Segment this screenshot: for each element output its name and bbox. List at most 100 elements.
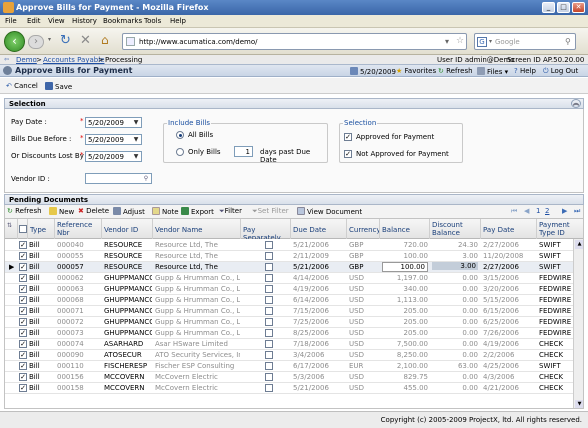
row-select-checkbox[interactable]: ✓ [19, 263, 27, 271]
grid-export-button[interactable]: Export [181, 207, 214, 216]
col-vendor-name[interactable]: Vendor Name [153, 219, 241, 239]
discounts-lost-field[interactable]: 5/20/2009 ▼ [85, 151, 142, 162]
row-select-checkbox[interactable]: ✓ [19, 340, 27, 348]
menu-file[interactable]: File [5, 17, 17, 25]
pay-separately-checkbox[interactable] [265, 252, 273, 260]
search-placeholder[interactable]: Google [495, 38, 520, 46]
help-button[interactable]: ? Help [514, 67, 536, 75]
search-icon[interactable]: ⚲ [141, 174, 151, 183]
row-select-checkbox[interactable]: ✓ [19, 241, 27, 249]
prev-page-icon[interactable]: ◀ [524, 207, 529, 215]
menu-history[interactable]: History [72, 17, 97, 25]
grid-adjust-button[interactable]: Adjust [113, 207, 145, 216]
approved-checkbox[interactable]: ✓ [344, 133, 352, 141]
logout-button[interactable]: ⏻ Log Out [543, 67, 578, 76]
maximize-button[interactable]: □ [557, 2, 570, 13]
next-page-icon[interactable]: ▶ [562, 207, 567, 215]
not-approved-checkbox[interactable]: ✓ [344, 150, 352, 158]
close-button[interactable]: ✕ [572, 2, 585, 13]
row-select-checkbox[interactable]: ✓ [19, 274, 27, 282]
save-button[interactable]: Save [45, 82, 72, 91]
days-past-due-field[interactable]: 1 [234, 146, 253, 157]
menu-view[interactable]: View [48, 17, 65, 25]
menu-tools[interactable]: Tools [144, 17, 161, 25]
all-bills-radio[interactable] [176, 131, 184, 139]
grid-delete-button[interactable]: ✖ Delete [78, 207, 109, 215]
collapse-icon[interactable]: ︽ [571, 99, 581, 108]
page-1-link[interactable]: 1 [536, 207, 540, 215]
back-icon[interactable]: ‹ [4, 31, 25, 52]
scroll-down-icon[interactable]: ▼ [575, 400, 583, 408]
pay-separately-checkbox[interactable] [265, 351, 273, 359]
pay-separately-checkbox[interactable] [265, 384, 273, 392]
row-select-checkbox[interactable]: ✓ [19, 373, 27, 381]
table-row[interactable]: ▶ ✓ Bill 000057 RESOURCE Resource Ltd, The 5/2… [5, 262, 583, 273]
scroll-up-icon[interactable]: ▲ [575, 240, 583, 249]
row-select-checkbox[interactable]: ✓ [19, 351, 27, 359]
first-page-icon[interactable]: ⏮ [511, 207, 517, 216]
table-row[interactable]: ✓ Bill 000068 GHUPPMANCO Gupp & Hrumman Co.,… [5, 295, 583, 306]
vertical-scrollbar[interactable]: ▲ ▼ [573, 239, 583, 408]
pay-separately-checkbox[interactable] [265, 373, 273, 381]
pay-separately-checkbox[interactable] [265, 362, 273, 370]
col-currency[interactable]: Currency [347, 219, 380, 239]
menu-edit[interactable]: Edit [27, 17, 41, 25]
grid-set-filter-button[interactable]: ⏷Set Filter [252, 207, 289, 216]
table-row[interactable]: ✓ Bill 000074 ASARHARD Asar HSware Limited 7/… [5, 339, 583, 350]
menu-bookmarks[interactable]: Bookmarks [103, 17, 142, 25]
grid-filter-button[interactable]: ⏷Filter [219, 207, 242, 216]
vendor-id-field[interactable]: ⚲ [85, 173, 152, 184]
row-select-checkbox[interactable]: ✓ [19, 329, 27, 337]
table-row[interactable]: ✓ Bill 000063 GHUPPMANCO Gupp & Hrumman Co.,… [5, 284, 583, 295]
table-row[interactable]: ✓ Bill 000110 FISCHERESP Fischer ESP Consult… [5, 361, 583, 372]
table-row[interactable]: ✓ Bill 000156 MCCOVERN McCovern Electric 5/3/… [5, 372, 583, 383]
favorites-button[interactable]: ★ Favorites [396, 67, 436, 75]
menu-help[interactable]: Help [170, 17, 186, 25]
due-before-field[interactable]: 5/20/2009 ▼ [85, 134, 142, 145]
search-box[interactable]: G ▾ Google ⚲ [474, 33, 576, 50]
table-row[interactable]: ✓ Bill 000040 RESOURCE Resource Ltd, The 5/21… [5, 240, 583, 251]
pay-separately-checkbox[interactable] [265, 241, 273, 249]
url-bar[interactable]: http://www.acumatica.com/demo/ ▾ ☆ [122, 33, 467, 50]
col-pay-date[interactable]: Pay Date [481, 219, 537, 239]
cancel-button[interactable]: ↶ Cancel [6, 82, 38, 90]
col-payment-type-id[interactable]: Payment Type ID [537, 219, 583, 239]
url-text[interactable]: http://www.acumatica.com/demo/ [139, 38, 257, 46]
chevron-down-icon[interactable]: ▼ [131, 152, 141, 161]
page-2-link[interactable]: 2 [545, 207, 549, 215]
history-dropdown-icon[interactable]: ▾ [48, 36, 51, 43]
minimize-button[interactable]: _ [542, 2, 555, 13]
pay-date-field[interactable]: 5/20/2009 ▼ [85, 117, 142, 128]
row-select-checkbox[interactable]: ✓ [19, 296, 27, 304]
url-dropdown-icon[interactable]: ▾ [445, 37, 449, 46]
col-reference-nbr[interactable]: Reference Nbr [55, 219, 102, 239]
pay-separately-checkbox[interactable] [265, 285, 273, 293]
grid-new-button[interactable]: New [49, 207, 74, 216]
only-bills-radio[interactable] [176, 148, 184, 156]
grid-refresh-button[interactable]: ↻ Refresh [7, 207, 42, 215]
breadcrumb-accounts-payable[interactable]: Accounts Payable [43, 56, 104, 64]
grid-note-button[interactable]: Note [152, 207, 179, 216]
search-engine-dropdown-icon[interactable]: ▾ [489, 38, 492, 45]
col-due-date[interactable]: Due Date [291, 219, 347, 239]
row-select-checkbox[interactable]: ✓ [19, 285, 27, 293]
files-button[interactable]: Files ▾ [477, 67, 508, 76]
table-row[interactable]: ✓ Bill 000090 ATOSECUR ATO Security Services… [5, 350, 583, 361]
row-select-checkbox[interactable]: ✓ [19, 318, 27, 326]
chevron-down-icon[interactable]: ▼ [131, 118, 141, 127]
col-vendor-id[interactable]: Vendor ID [102, 219, 153, 239]
chevron-down-icon[interactable]: ▼ [131, 135, 141, 144]
last-page-icon[interactable]: ⏭ [574, 207, 580, 216]
reload-icon[interactable]: ↻ [60, 33, 71, 48]
forward-icon[interactable]: › [28, 35, 44, 49]
pay-separately-checkbox[interactable] [265, 307, 273, 315]
pay-separately-checkbox[interactable] [265, 329, 273, 337]
grid-options-icon[interactable]: ⇅ [7, 222, 12, 229]
col-type[interactable]: Type [28, 219, 55, 239]
row-select-checkbox[interactable]: ✓ [19, 384, 27, 392]
breadcrumb-demo[interactable]: Demo [16, 56, 37, 64]
col-discount-balance[interactable]: Discount Balance [430, 219, 481, 239]
pay-separately-checkbox[interactable] [265, 318, 273, 326]
row-select-checkbox[interactable]: ✓ [19, 252, 27, 260]
search-icon[interactable]: ⚲ [565, 37, 571, 46]
